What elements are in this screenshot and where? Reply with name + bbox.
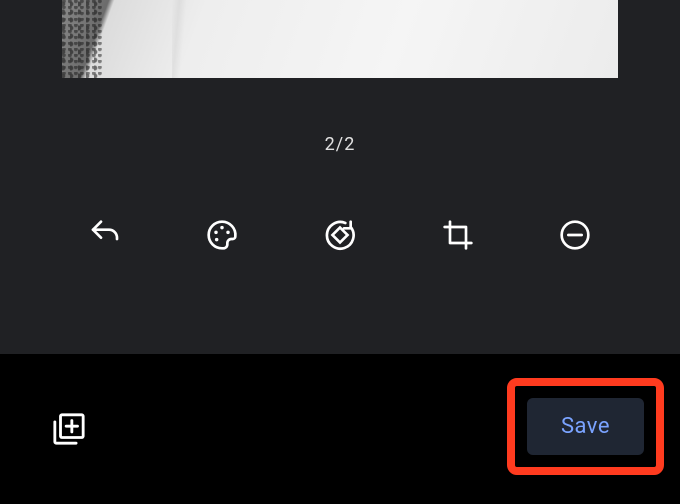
palette-icon: [206, 219, 238, 251]
scan-preview-area: [0, 0, 680, 78]
add-page-icon: [52, 412, 86, 446]
bottom-action-bar: Save: [0, 354, 680, 504]
remove-button[interactable]: [557, 217, 593, 253]
rotate-button[interactable]: [322, 217, 358, 253]
save-button[interactable]: Save: [527, 398, 644, 455]
crop-icon: [442, 219, 474, 251]
page-counter: 2/2: [0, 78, 680, 217]
save-highlight: Save: [507, 378, 664, 475]
add-page-button[interactable]: [52, 412, 86, 446]
remove-icon: [559, 219, 591, 251]
edit-toolbar: [0, 217, 680, 307]
color-button[interactable]: [204, 217, 240, 253]
crop-button[interactable]: [440, 217, 476, 253]
undo-icon: [89, 219, 121, 251]
scanned-page-image[interactable]: [62, 0, 618, 78]
undo-button[interactable]: [87, 217, 123, 253]
rotate-icon: [324, 219, 356, 251]
